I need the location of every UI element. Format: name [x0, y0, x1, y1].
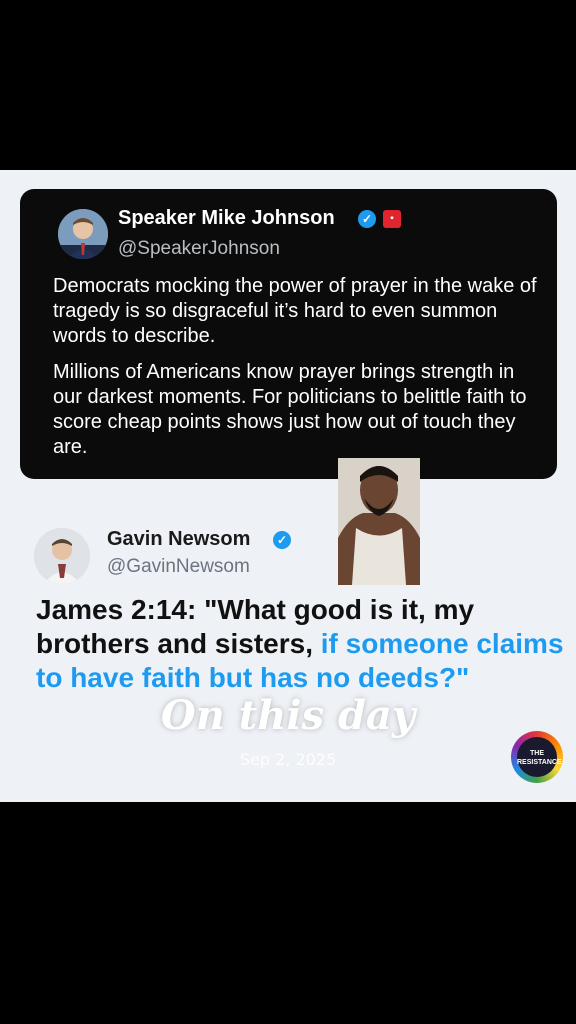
tweet-card-speaker-johnson: Speaker Mike Johnson ✓ ▪ @SpeakerJohnson… [20, 189, 557, 479]
logo-text: THE RESISTANCE [517, 737, 562, 777]
tweet-author-handle[interactable]: @SpeakerJohnson [118, 238, 280, 260]
memory-title: On this day [160, 692, 416, 739]
tweet-paragraph-1: Democrats mocking the power of prayer in… [53, 275, 537, 347]
verified-check-icon: ✓ [273, 531, 291, 549]
tweet-quote: James 2:14: "What good is it, my brother… [36, 593, 566, 695]
avatar[interactable] [58, 209, 108, 259]
verified-check-icon: ✓ [358, 210, 376, 228]
reaction-video-person [338, 458, 420, 585]
resistance-logo[interactable]: THE RESISTANCE [511, 731, 563, 783]
screenshot-panel: Speaker Mike Johnson ✓ ▪ @SpeakerJohnson… [0, 170, 576, 802]
tweet-paragraph-2: Millions of Americans know prayer brings… [53, 361, 527, 458]
avatar[interactable] [34, 528, 90, 584]
tweet-author-name[interactable]: Speaker Mike Johnson [118, 207, 335, 230]
tweet-author-handle[interactable]: @GavinNewsom [107, 556, 250, 578]
person-avatar-icon [58, 209, 108, 259]
us-flag-icon: ▪ [383, 210, 401, 228]
person-image [338, 458, 420, 585]
tweet-author-name[interactable]: Gavin Newsom [107, 528, 250, 551]
memory-date: Sep 2, 2025 [239, 750, 337, 769]
person-avatar-icon [34, 528, 90, 584]
